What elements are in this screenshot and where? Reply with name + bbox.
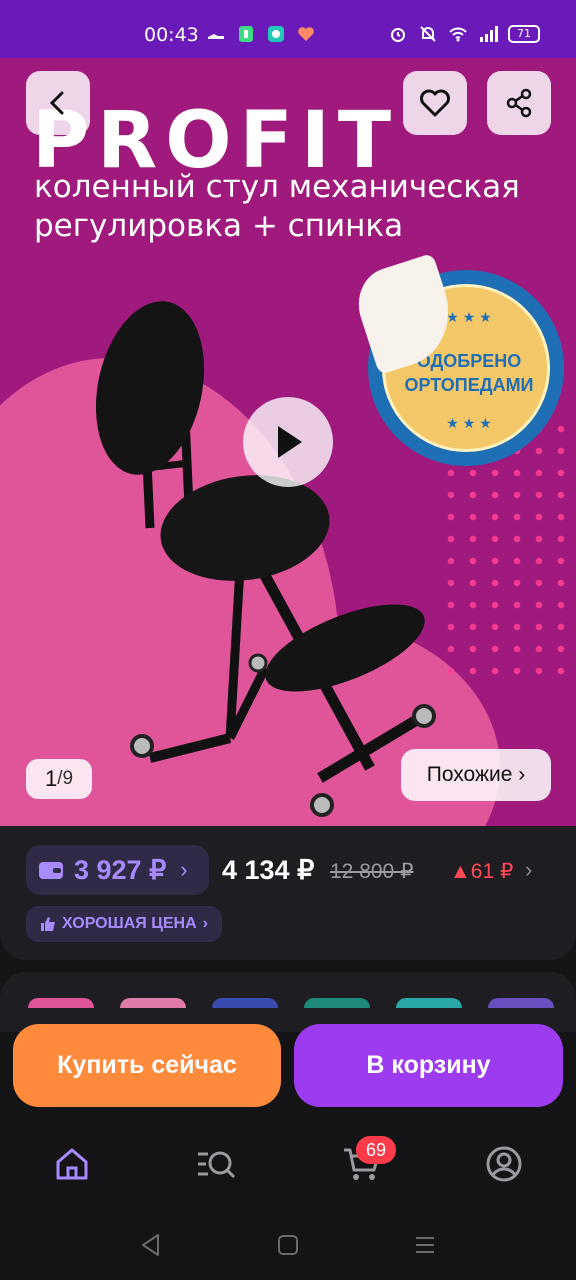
wifi-icon: [449, 27, 467, 42]
wallet-price-button[interactable]: 3 927 ₽ ›: [26, 845, 209, 895]
battery-app-icon: [239, 26, 253, 42]
similar-products-button[interactable]: Похожие ›: [401, 749, 551, 801]
notification-icons: [206, 24, 316, 44]
old-price: 12 800 ₽: [330, 860, 414, 883]
favorite-button[interactable]: [403, 71, 467, 135]
battery-indicator: 71: [508, 25, 540, 43]
variant-thumbnails[interactable]: [28, 998, 554, 1008]
product-image-carousel[interactable]: PROFIT коленный стул механическая регули…: [0, 58, 576, 826]
play-icon: [278, 426, 302, 458]
thumbs-up-icon: [41, 917, 55, 931]
chevron-right-icon[interactable]: ›: [525, 857, 532, 883]
buy-now-button[interactable]: Купить сейчас: [13, 1024, 281, 1107]
system-recents-icon[interactable]: [412, 1232, 438, 1258]
variant-thumbnail[interactable]: [488, 998, 554, 1008]
signal-icon: [480, 26, 498, 42]
price-card: 3 927 ₽ › 4 134 ₽ 12 800 ₽ ▲61 ₽ › ХОРОШ…: [0, 826, 576, 960]
variant-thumbnail[interactable]: [396, 998, 462, 1008]
heart-icon: [420, 89, 450, 117]
add-to-cart-button[interactable]: В корзину: [294, 1024, 563, 1107]
back-button[interactable]: [26, 71, 90, 135]
variant-thumbnail[interactable]: [212, 998, 278, 1008]
variant-thumbnail[interactable]: [304, 998, 370, 1008]
profile-icon[interactable]: [484, 1144, 524, 1184]
system-navigation-bar: [0, 1210, 576, 1280]
current-price: 4 134 ₽: [222, 855, 315, 885]
status-time: 00:43: [144, 24, 199, 46]
wallet-price: 3 927 ₽: [74, 854, 167, 885]
shoe-icon: [208, 34, 224, 39]
chevron-right-icon: ›: [202, 915, 208, 932]
chevron-right-icon: ›: [180, 857, 188, 882]
product-banner-text: коленный стул механическая регулировка +…: [34, 169, 520, 244]
system-icons: 71: [388, 24, 540, 44]
product-chair-image: [95, 301, 436, 817]
play-video-button[interactable]: [243, 397, 333, 487]
catalog-search-icon[interactable]: [196, 1144, 236, 1184]
image-index: 1: [44, 766, 58, 791]
chat-app-icon: [268, 26, 284, 42]
heart-pulse-icon: [298, 27, 314, 41]
image-total: 9: [62, 768, 74, 789]
back-arrow-icon: [49, 91, 64, 115]
system-back-icon[interactable]: [138, 1232, 164, 1258]
wallet-icon: [39, 862, 63, 879]
image-counter: 1/9: [26, 759, 92, 799]
bottom-navigation: [0, 1120, 576, 1210]
mute-bell-icon: [420, 26, 436, 42]
share-icon: [506, 88, 532, 118]
cart-count-badge: 69: [356, 1136, 396, 1164]
system-home-icon[interactable]: [275, 1232, 301, 1258]
good-price-badge[interactable]: ХОРОШАЯ ЦЕНА ›: [26, 906, 222, 942]
variant-thumbnail[interactable]: [120, 998, 186, 1008]
share-button[interactable]: [487, 71, 551, 135]
alarm-icon: [391, 28, 405, 42]
price-change[interactable]: ▲61 ₽: [450, 859, 513, 884]
good-price-label: ХОРОШАЯ ЦЕНА: [62, 915, 197, 932]
home-icon[interactable]: [52, 1144, 92, 1184]
variant-thumbnail[interactable]: [28, 998, 94, 1008]
status-bar: 00:43 71: [0, 0, 576, 58]
